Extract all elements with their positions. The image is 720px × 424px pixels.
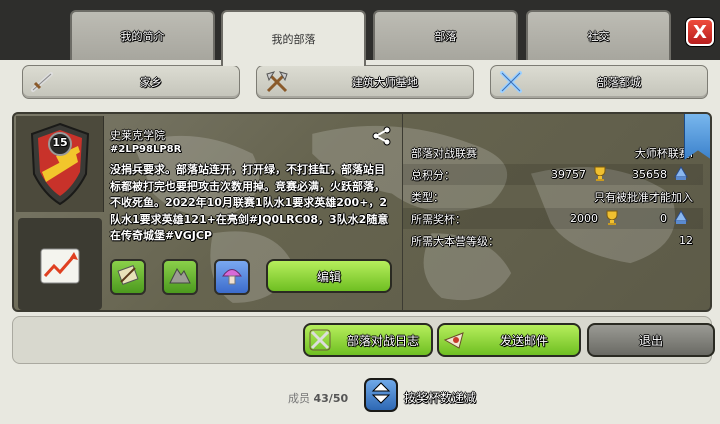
close-button[interactable]: X bbox=[686, 18, 714, 46]
chart-icon bbox=[40, 248, 80, 288]
trophy-icon bbox=[604, 209, 620, 228]
builder-trophies-value: 35658 bbox=[632, 168, 667, 181]
total-points-row: 总积分： 39757 35658 bbox=[403, 164, 703, 185]
tab-my-profile[interactable]: 我的简介 bbox=[70, 10, 215, 60]
crossed-swords-icon bbox=[305, 329, 335, 351]
clan-type-value: 只有被批准才能加入 bbox=[594, 190, 693, 204]
clan-type-row: 类型： 只有被批准才能加入 bbox=[411, 190, 693, 204]
required-town-hall-value: 12 bbox=[679, 234, 693, 247]
crossed-swords-icon bbox=[491, 67, 531, 97]
clan-name: 史莱克学院 bbox=[110, 129, 165, 142]
clan-panel: 家乡 建筑大师基地 部落都城 15 史莱克学院 #2LP98LP8R 没捐兵要求… bbox=[0, 60, 720, 424]
clan-location-button[interactable] bbox=[162, 259, 198, 295]
edit-clan-button[interactable]: 编辑 bbox=[266, 259, 392, 293]
clan-description: 没捐兵要求。部落站连开，打开绿，不打挂缸，部落站目标都被打完也要把攻击次数用掉。… bbox=[110, 163, 389, 242]
builder-trophy-icon bbox=[673, 165, 689, 184]
tab-my-clan[interactable]: 我的部落 bbox=[221, 10, 366, 66]
tab-clans[interactable]: 部落 bbox=[373, 10, 518, 60]
home-village-button[interactable]: 家乡 bbox=[22, 65, 240, 99]
send-mail-button[interactable]: 发送邮件 bbox=[437, 323, 581, 357]
leave-clan-button[interactable]: 退出 bbox=[587, 323, 715, 357]
clan-badge[interactable]: 15 bbox=[16, 116, 104, 212]
chat-language-button[interactable] bbox=[214, 259, 250, 295]
builder-base-button[interactable]: 建筑大师基地 bbox=[256, 65, 474, 99]
action-bar: 部落对战日志 发送邮件 退出 bbox=[12, 316, 715, 364]
required-builder-trophies-value: 0 bbox=[660, 212, 667, 225]
sort-toggle-button[interactable] bbox=[364, 378, 398, 412]
mail-icon bbox=[439, 329, 469, 351]
war-preference-button[interactable] bbox=[110, 259, 146, 295]
required-town-hall-row: 所需大本营等级： 12 bbox=[411, 234, 693, 248]
required-trophies-row: 所需奖杯： 2000 0 bbox=[403, 208, 703, 229]
tab-bar: 我的简介 我的部落 部落 社交 X bbox=[0, 0, 720, 66]
clan-stats-graph-button[interactable] bbox=[18, 218, 102, 310]
clan-stats-panel: 部落对战联赛 大师杯联赛I 总积分： 39757 35658 类型： 只有被批准… bbox=[402, 114, 710, 310]
clan-info-card: 15 史莱克学院 #2LP98LP8R 没捐兵要求。部落站连开，打开绿，不打挂缸… bbox=[12, 112, 712, 312]
share-icon[interactable] bbox=[372, 126, 392, 150]
sort-label: 按奖杯数递减 bbox=[404, 391, 477, 405]
sort-arrows-icon bbox=[371, 382, 391, 408]
clan-level: 15 bbox=[52, 136, 68, 149]
war-league-row: 部落对战联赛 大师杯联赛I bbox=[411, 146, 693, 160]
mushroom-icon bbox=[220, 263, 244, 291]
crossed-axes-icon bbox=[257, 67, 297, 97]
sword-icon bbox=[23, 67, 63, 97]
clan-tag: #2LP98LP8R bbox=[110, 144, 182, 155]
builder-trophy-icon bbox=[673, 209, 689, 228]
blueprint-icon bbox=[116, 263, 140, 291]
mountain-icon bbox=[168, 263, 192, 291]
clan-capital-button[interactable]: 部落都城 bbox=[490, 65, 708, 99]
war-log-button[interactable]: 部落对战日志 bbox=[303, 323, 433, 357]
tab-social[interactable]: 社交 bbox=[526, 10, 671, 60]
required-trophies-value: 2000 bbox=[570, 212, 598, 225]
member-count: 成员 43/50 bbox=[288, 392, 349, 405]
trophy-icon bbox=[592, 165, 608, 184]
clan-trophies-value: 39757 bbox=[551, 168, 586, 181]
